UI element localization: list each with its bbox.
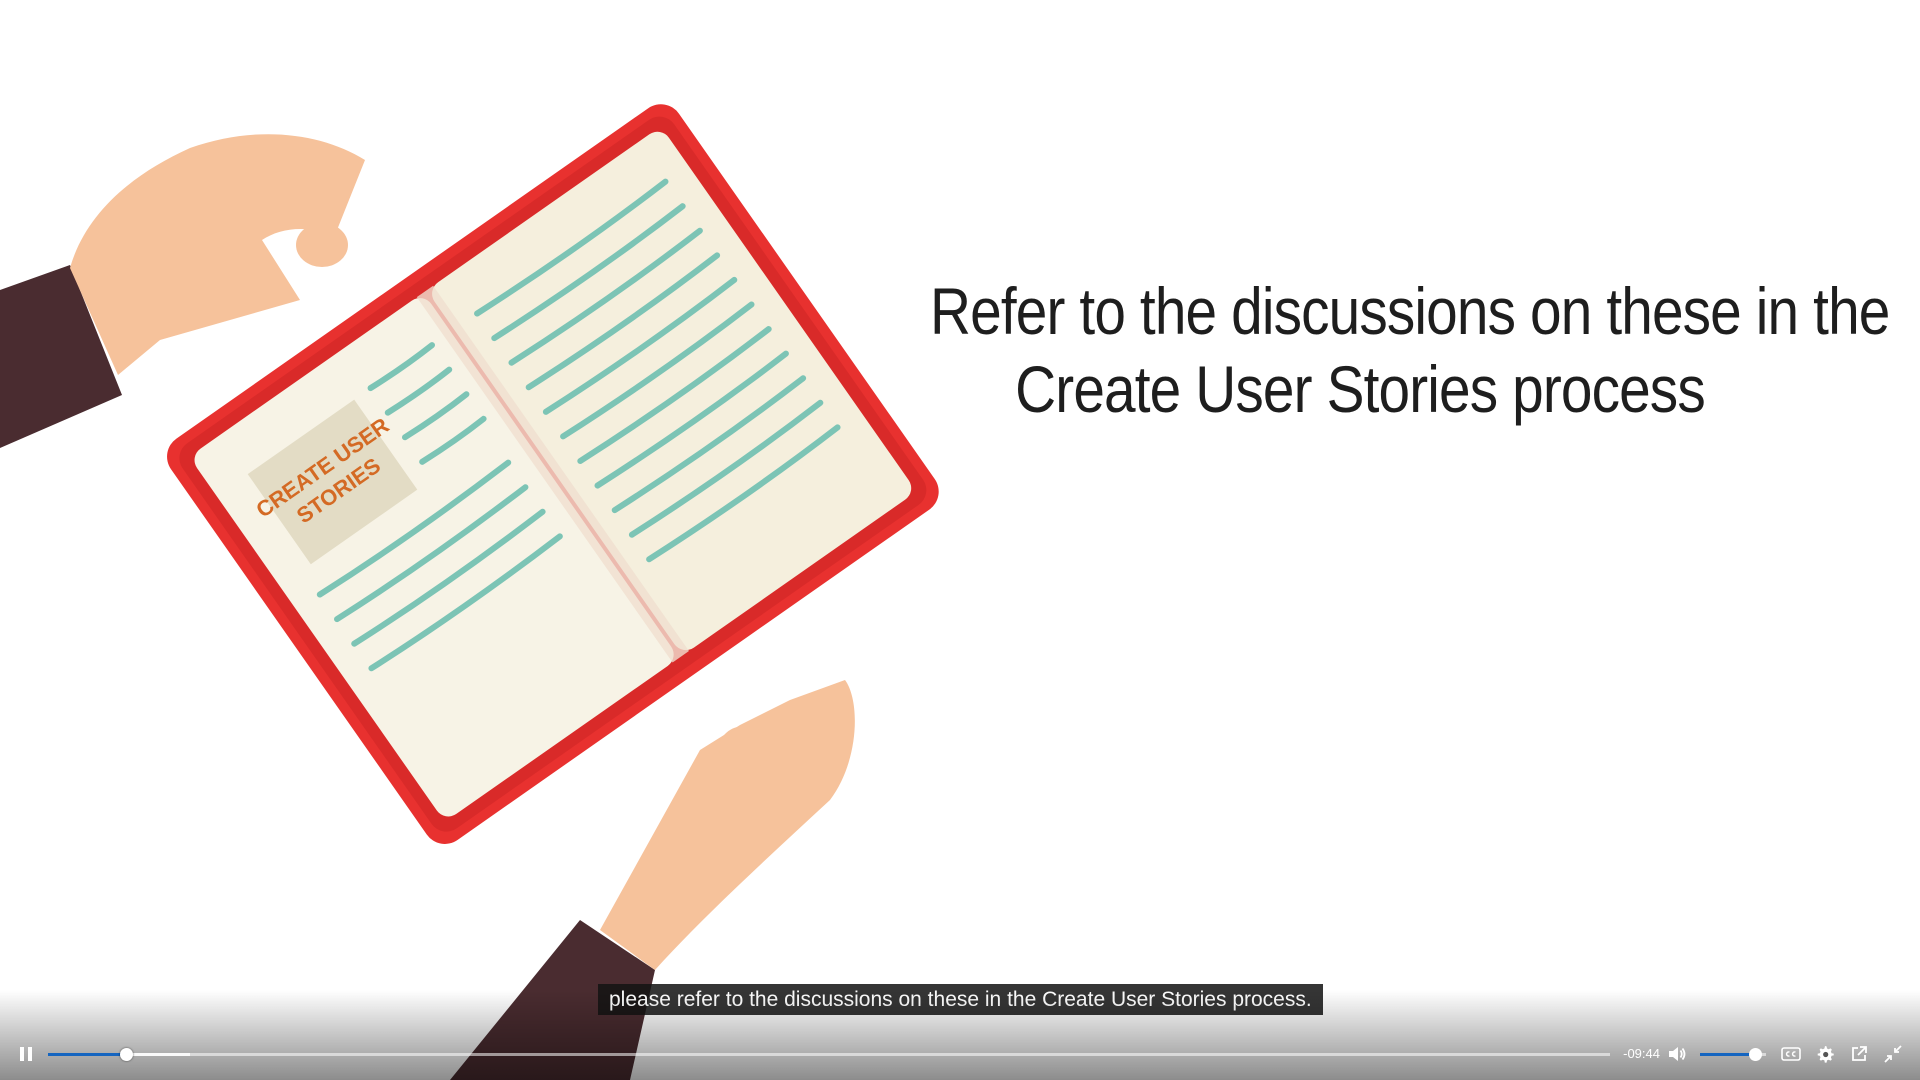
closed-captions-icon (1781, 1047, 1801, 1061)
seek-handle[interactable] (120, 1048, 134, 1061)
popout-icon (1852, 1046, 1867, 1061)
book-illustration: CREATE USER STORIES (0, 104, 939, 1080)
gear-icon (1817, 1046, 1834, 1063)
video-frame[interactable]: CREATE USER STORIES Refer to the discuss… (0, 0, 1920, 1080)
right-thumb (719, 726, 771, 770)
captions-button[interactable] (1777, 1040, 1805, 1068)
right-hand (600, 680, 855, 970)
video-control-bar: -09:44 (0, 1034, 1920, 1074)
left-thumb (296, 223, 348, 267)
slide-heading-line2: Create User Stories process (1015, 352, 1706, 426)
volume-level (1700, 1053, 1755, 1056)
slide-heading-line1: Refer to the discussions on these in the (930, 274, 1890, 348)
exit-fullscreen-button[interactable] (1879, 1040, 1907, 1068)
play-pause-button[interactable] (12, 1040, 40, 1068)
volume-slider[interactable] (1700, 1048, 1766, 1061)
volume-handle[interactable] (1748, 1048, 1762, 1061)
seek-played (48, 1053, 127, 1056)
seek-bar[interactable] (48, 1048, 1610, 1061)
time-remaining: -09:44 (1623, 1046, 1660, 1061)
pause-icon (20, 1047, 32, 1061)
volume-icon (1669, 1047, 1686, 1061)
settings-button[interactable] (1811, 1040, 1839, 1068)
exit-fullscreen-icon (1884, 1045, 1902, 1063)
mute-button[interactable] (1663, 1040, 1691, 1068)
popout-button[interactable] (1845, 1040, 1873, 1068)
slide-heading: Refer to the discussions on these in the… (860, 272, 1890, 428)
